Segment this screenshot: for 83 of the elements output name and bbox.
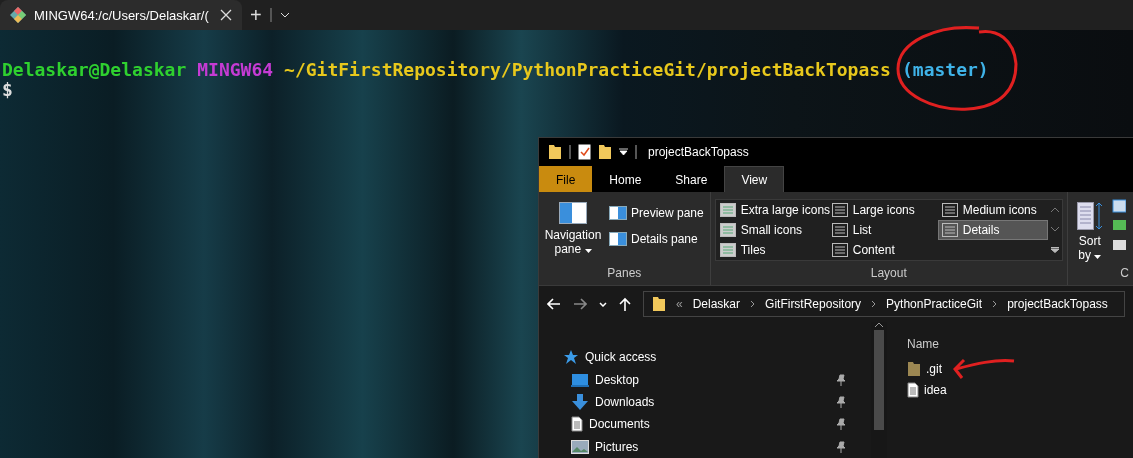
chevron-right-icon <box>871 300 877 308</box>
nav-item[interactable]: Pictures <box>563 435 871 458</box>
file-item[interactable]: .git <box>907 358 942 379</box>
view-icon <box>941 223 958 237</box>
navigation-pane-button[interactable]: Navigation pane <box>543 196 603 263</box>
breadcrumb[interactable]: PythonPracticeGit <box>886 297 983 311</box>
view-icon <box>941 203 958 217</box>
prompt-branch: (master) <box>901 60 989 80</box>
star-icon <box>563 349 579 366</box>
checklist-icon <box>578 144 591 160</box>
breadcrumb[interactable]: Delaskar <box>692 297 741 311</box>
nav-item[interactable]: Desktop <box>563 368 871 391</box>
overflow-chevron: « <box>676 297 683 311</box>
breadcrumb[interactable]: GitFirstRepository <box>765 297 862 311</box>
app-icon <box>10 7 26 23</box>
up-arrow-icon <box>619 297 631 311</box>
pin-icon <box>835 418 847 431</box>
view-icon <box>719 223 736 237</box>
prompt-symbol: $ <box>2 80 13 100</box>
sort-by-button[interactable]: Sort by <box>1071 196 1108 263</box>
scroll-up-icon <box>1050 207 1059 213</box>
caret-icon <box>619 148 628 156</box>
window-title: projectBackTopass <box>648 145 749 159</box>
chevron-down-icon <box>599 301 607 307</box>
pin-icon <box>835 373 847 386</box>
layout-option[interactable]: Small icons <box>715 220 828 240</box>
caret-down-icon <box>584 249 592 253</box>
layout-option[interactable]: List <box>827 220 938 240</box>
scroll-up-icon <box>875 322 883 327</box>
close-icon <box>220 9 232 21</box>
group-label: C <box>1119 265 1129 282</box>
chevron-right-icon <box>992 300 998 308</box>
view-icon <box>831 243 848 257</box>
layout-option[interactable]: Content <box>827 240 938 260</box>
download-icon <box>571 394 589 410</box>
folder-icon <box>652 296 666 312</box>
pane-icon <box>609 232 627 246</box>
expand-icon <box>1050 246 1059 253</box>
scroll-down-icon <box>1050 227 1059 232</box>
pin-icon <box>835 440 847 453</box>
group-label: Panes <box>606 265 643 282</box>
document-icon <box>907 381 919 398</box>
desktop-icon <box>571 372 589 387</box>
chevron-down-icon <box>279 12 290 18</box>
pin-icon <box>835 396 847 408</box>
folder-icon <box>907 360 921 377</box>
layout-option[interactable]: Details <box>937 220 1048 240</box>
layout-option[interactable]: Medium icons <box>937 200 1048 220</box>
view-icon <box>831 203 848 217</box>
address-bar[interactable]: « Delaskar GitFirstRepository PythonPracticeGit projectBackTopass <box>643 291 1125 317</box>
folder-icon <box>598 144 612 160</box>
document-icon <box>571 416 583 433</box>
prompt-user: Delaskar@Delaskar <box>2 60 187 80</box>
scrollbar-thumb[interactable] <box>874 330 884 430</box>
pane-icon <box>559 202 587 224</box>
back-arrow-icon <box>547 298 561 310</box>
nav-item[interactable]: Documents <box>563 413 871 436</box>
prompt-path: ~/GitFirstRepository/PythonPracticeGit/projectBackTopass <box>284 60 891 80</box>
ribbon-tab[interactable]: File <box>539 166 593 192</box>
file-item[interactable]: idea <box>907 379 947 400</box>
terminal-tab[interactable]: MINGW64:/c/Users/Delaskar/( <box>0 0 242 30</box>
sort-icon <box>1076 202 1103 230</box>
new-tab-button[interactable]: + <box>242 0 270 30</box>
view-icon <box>831 223 848 237</box>
view-icon <box>719 243 736 257</box>
prompt-system: MINGW64 <box>197 60 274 80</box>
caret-down-icon <box>1094 255 1102 259</box>
nav-item[interactable]: Downloads <box>563 390 871 414</box>
layout-option[interactable]: Extra large icons <box>715 200 828 220</box>
nav-item[interactable]: Quick access <box>563 346 871 369</box>
column-header[interactable]: Name <box>907 330 1133 358</box>
pane-button[interactable]: Details pane <box>607 230 706 248</box>
view-icon <box>719 203 736 217</box>
picture-icon <box>571 439 589 454</box>
folder-icon <box>548 144 562 160</box>
layout-option[interactable]: Tiles <box>715 240 828 260</box>
forward-arrow-icon <box>573 298 587 310</box>
ribbon-tab[interactable]: View <box>724 166 785 192</box>
pane-button[interactable]: Preview pane <box>607 204 706 222</box>
pane-icon <box>609 206 627 220</box>
breadcrumb[interactable]: projectBackTopass <box>1007 297 1108 311</box>
chevron-right-icon <box>750 300 756 308</box>
group-label: Layout <box>869 265 908 282</box>
